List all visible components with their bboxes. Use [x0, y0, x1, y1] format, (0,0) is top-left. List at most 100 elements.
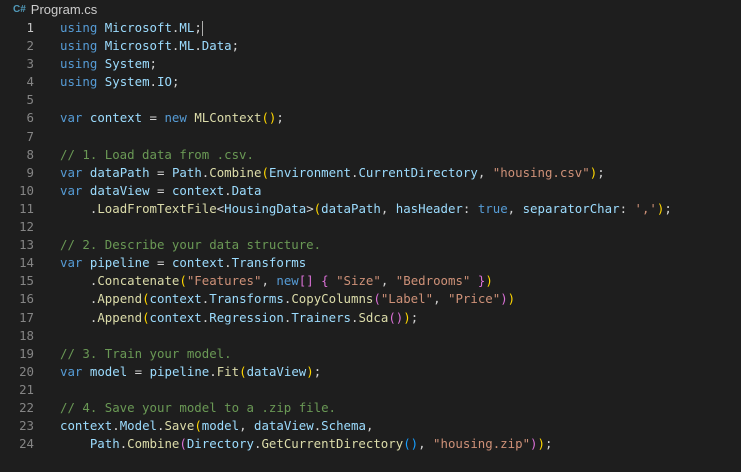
code-line[interactable]: 21 [0, 381, 741, 399]
line-number: 16 [19, 291, 34, 307]
code-line[interactable]: 13 // 2. Describe your data structure. [0, 236, 741, 254]
code-line[interactable]: 20 var model = pipeline.Fit(dataView); [0, 363, 741, 381]
code-line[interactable]: 22 // 4. Save your model to a .zip file. [0, 399, 741, 417]
line-content[interactable]: // 3. Train your model. [60, 345, 232, 363]
line-content[interactable]: var context = new MLContext(); [60, 109, 284, 127]
identifier-token: dataView [254, 418, 314, 434]
line-number: 19 [19, 345, 34, 361]
tab-program-cs[interactable]: C# Program.cs [0, 0, 107, 19]
line-content[interactable]: .Append(context.Transforms.CopyColumns("… [60, 290, 515, 308]
tab-bar: C# Program.cs [0, 0, 741, 19]
code-line[interactable]: 1 using Microsoft.ML; [0, 19, 741, 37]
line-number: 8 [26, 146, 34, 162]
identifier-token: context [171, 255, 225, 271]
line-content[interactable]: .LoadFromTextFile<HousingData>(dataPath,… [60, 200, 672, 218]
comment-token: // 4. Save your model to a .zip file. [60, 399, 337, 415]
function-token: Append [97, 291, 143, 307]
code-line[interactable]: 17 .Append(context.Regression.Trainers.S… [0, 309, 741, 327]
code-editor[interactable]: C# Program.cs 1 using Microsoft.ML; 2 using… [0, 0, 741, 472]
code-line[interactable]: 23 context.Model.Save(model, dataView.Sch… [0, 417, 741, 435]
code-line[interactable]: 18 [0, 327, 741, 345]
punctuation-token: ; [171, 74, 180, 90]
punctuation-token: ; [231, 38, 240, 54]
code-line[interactable]: 12 [0, 218, 741, 236]
code-line[interactable]: 9 var dataPath = Path.Combine(Environment… [0, 164, 741, 182]
function-token: Append [97, 309, 143, 325]
function-token: MLContext [194, 110, 262, 126]
line-number: 10 [19, 182, 34, 198]
punctuation-token [97, 38, 104, 53]
code-line[interactable]: 16 .Append(context.Transforms.CopyColumn… [0, 290, 741, 308]
string-token: "Features" [186, 273, 262, 289]
code-line[interactable]: 5 [0, 91, 741, 109]
punctuation-token: , [380, 273, 396, 289]
code-line[interactable]: 3 using System; [0, 55, 741, 73]
string-token: ',' [634, 200, 657, 216]
bracket-token: ) [500, 291, 508, 307]
code-line[interactable]: 10 var dataView = context.Data [0, 182, 741, 200]
code-line[interactable]: 19 // 3. Train your model. [0, 345, 741, 363]
line-content[interactable]: // 1. Load data from .csv. [60, 146, 254, 164]
line-content[interactable]: var dataPath = Path.Combine(Environment.… [60, 164, 605, 182]
code-line[interactable]: 24 Path.Combine(Directory.GetCurrentDire… [0, 435, 741, 453]
line-number: 15 [19, 273, 34, 289]
line-content[interactable]: var pipeline = context.Transforms [60, 254, 306, 272]
bracket-token: ( [239, 363, 247, 379]
identifier-token: Schema [321, 418, 366, 434]
punctuation-token: . [224, 182, 232, 198]
code-line[interactable]: 8 // 1. Load data from .csv. [0, 146, 741, 164]
punctuation-token: . [60, 200, 98, 216]
line-content[interactable]: .Append(context.Regression.Trainers.Sdca… [60, 309, 418, 327]
line-content[interactable]: using Microsoft.ML; [60, 19, 203, 37]
line-content[interactable]: var model = pipeline.Fit(dataView); [60, 363, 321, 381]
punctuation-token: = [149, 255, 172, 271]
code-area[interactable]: 1 using Microsoft.ML; 2 using Microsoft.ML.… [0, 19, 741, 453]
function-token: Sdca [358, 309, 389, 325]
identifier-token: Microsoft [104, 38, 172, 54]
line-content[interactable]: using Microsoft.ML.Data; [60, 37, 239, 55]
identifier-token: System [104, 56, 150, 72]
line-number: 5 [26, 92, 34, 108]
line-content[interactable]: // 4. Save your model to a .zip file. [60, 399, 336, 417]
code-line[interactable]: 4 using System.IO; [0, 73, 741, 91]
line-number: 7 [26, 128, 34, 144]
line-content[interactable]: using System.IO; [60, 73, 179, 91]
line-number: 2 [26, 38, 34, 54]
function-token: Fit [216, 363, 240, 379]
bracket-token: { [321, 273, 329, 289]
identifier-token: Data [201, 38, 232, 54]
code-line[interactable]: 14 var pipeline = context.Transforms [0, 254, 741, 272]
punctuation-token: . [60, 273, 98, 289]
punctuation-token [60, 436, 90, 451]
punctuation-token: , [239, 418, 255, 434]
code-line[interactable]: 7 [0, 128, 741, 146]
punctuation-token [97, 20, 104, 35]
code-line[interactable]: 2 using Microsoft.ML.Data; [0, 37, 741, 55]
line-number: 9 [26, 164, 34, 180]
identifier-token: separatorChar [522, 200, 620, 216]
line-content[interactable]: // 2. Describe your data structure. [60, 236, 321, 254]
code-line[interactable]: 6 var context = new MLContext(); [0, 109, 741, 127]
bracket-token: ( [142, 309, 150, 325]
line-content[interactable]: using System; [60, 55, 157, 73]
line-content[interactable]: .Concatenate("Features", new[] { "Size",… [60, 272, 493, 290]
identifier-token: context [149, 309, 202, 325]
identifier-token: Path [89, 436, 120, 452]
line-content[interactable]: var dataView = context.Data [60, 182, 261, 200]
code-line[interactable]: 11 .LoadFromTextFile<HousingData>(dataPa… [0, 200, 741, 218]
identifier-token: context [149, 291, 202, 307]
punctuation-token: , [433, 291, 448, 307]
punctuation-token: , [365, 418, 374, 434]
keyword-token: var [60, 363, 83, 379]
identifier-token: ML [179, 20, 195, 35]
line-content[interactable]: context.Model.Save(model, dataView.Schem… [60, 417, 373, 435]
keyword-token: using [60, 38, 98, 54]
code-line[interactable]: 15 .Concatenate("Features", new[] { "Siz… [0, 272, 741, 290]
line-content[interactable]: Path.Combine(Directory.GetCurrentDirecto… [60, 435, 553, 453]
identifier-token: Trainers [291, 309, 351, 325]
keyword-token: using [60, 56, 98, 72]
punctuation-token [82, 183, 89, 198]
identifier-token: pipeline [89, 255, 150, 271]
comment-token: // 3. Train your model. [60, 345, 232, 361]
keyword-token: new [164, 110, 187, 126]
